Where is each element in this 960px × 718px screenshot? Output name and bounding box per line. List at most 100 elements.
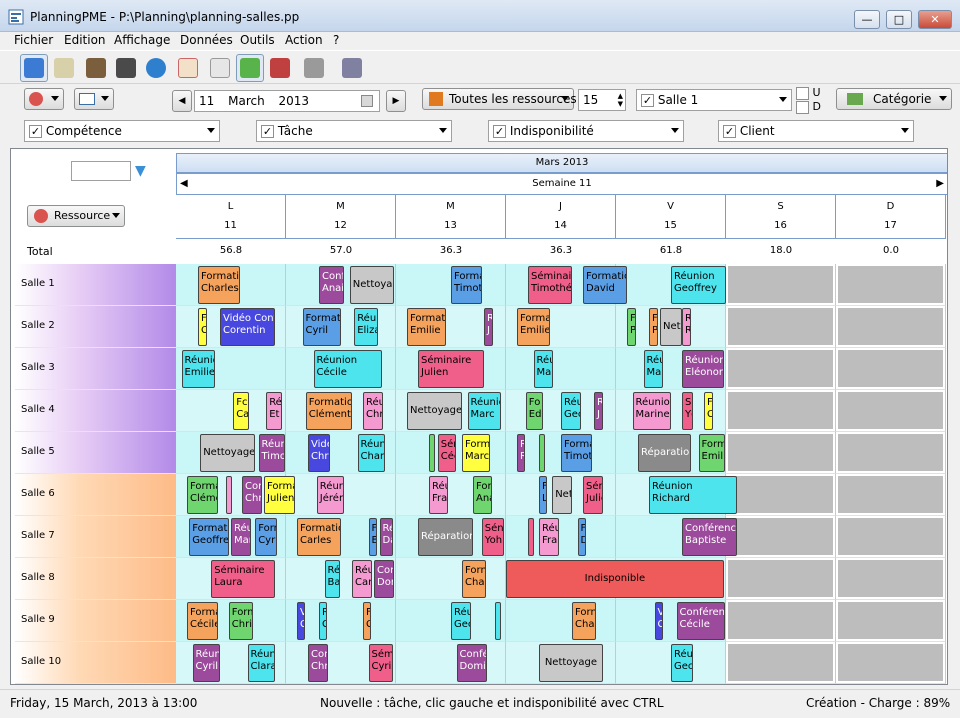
task-block[interactable]: FormaticGeoffrey (189, 518, 229, 556)
people-icon[interactable] (82, 54, 110, 82)
task-block[interactable]: RéunionMarine (632, 392, 671, 430)
room-label-6[interactable]: Salle 6 (15, 474, 176, 516)
slot-cell[interactable] (506, 516, 616, 558)
task-block[interactable]: SémiCyril (368, 644, 393, 682)
task-block[interactable]: FC (704, 392, 713, 430)
slot-cell[interactable] (836, 390, 946, 432)
day-header-12[interactable]: M 12 (286, 195, 396, 239)
resource-type-dropdown[interactable] (24, 88, 64, 110)
slot-cell[interactable] (836, 558, 946, 600)
task-block[interactable]: FornChar (572, 602, 597, 640)
unavailability-checkbox[interactable]: ✓ (493, 125, 506, 138)
task-block[interactable]: ConChr (308, 644, 328, 682)
task-block[interactable]: FP (627, 308, 636, 346)
slot-cell[interactable] (726, 642, 836, 684)
slot-cell[interactable] (506, 348, 616, 390)
slot-cell[interactable] (726, 390, 836, 432)
task-block[interactable]: ConférencCécile (676, 602, 725, 640)
task-block[interactable] (528, 518, 534, 556)
task-block[interactable]: Nettoyage (407, 392, 462, 430)
date-picker[interactable]: 11 March 2013 (194, 90, 380, 112)
room-label-7[interactable]: Salle 7 (15, 516, 176, 558)
next-week-arrow[interactable]: ▶ (936, 174, 944, 194)
client-filter[interactable]: ✓ Client (718, 120, 914, 142)
task-block[interactable]: RéuCar (352, 560, 372, 598)
task-block[interactable]: FormaticCyril (302, 308, 341, 346)
day-header-14[interactable]: J 14 (506, 195, 616, 239)
task-block[interactable]: Format Emilie (407, 308, 446, 346)
task-block[interactable]: Net (552, 476, 572, 514)
task-block[interactable]: RéuMar (231, 518, 251, 556)
task-block[interactable]: RéunicMarc (467, 392, 501, 430)
menu-donnees[interactable]: Données (180, 33, 233, 47)
resources-filter-dropdown[interactable]: Toutes les ressources (422, 88, 577, 110)
slot-cell[interactable] (726, 306, 836, 348)
task-block[interactable]: RéuMar (533, 350, 554, 388)
client-checkbox[interactable]: ✓ (723, 125, 736, 138)
task-block[interactable]: Ré Et (266, 392, 282, 430)
task-block[interactable]: RéuChr (363, 392, 383, 430)
menu-affichage[interactable]: Affichage (114, 33, 170, 47)
task-block[interactable] (429, 434, 435, 472)
chart-icon[interactable] (266, 54, 294, 82)
task-block[interactable]: RJ (484, 308, 493, 346)
task-block[interactable]: Réparation (638, 434, 691, 472)
slot-cell[interactable] (836, 306, 946, 348)
slot-cell[interactable] (726, 600, 836, 642)
room-filter-combo[interactable]: ✓ Salle 1 (636, 89, 792, 111)
task-block[interactable]: RéunicEmilie (181, 350, 215, 388)
slot-cell[interactable] (836, 516, 946, 558)
slot-cell[interactable] (726, 558, 836, 600)
maximize-button[interactable]: □ (886, 10, 912, 29)
slot-cell[interactable] (396, 642, 506, 684)
day-header-15[interactable]: V 15 (616, 195, 726, 239)
menu-edition[interactable]: Edition (64, 33, 106, 47)
task-block[interactable]: Fo Ed (525, 392, 544, 430)
u-checkbox[interactable]: U (796, 86, 821, 100)
task-block[interactable]: Cor Dor (374, 560, 394, 598)
task-block[interactable]: Net (660, 308, 682, 346)
task-block[interactable]: FormaTimotl (451, 266, 482, 304)
competence-filter[interactable]: ✓ Compétence (24, 120, 220, 142)
resources-view-icon[interactable] (20, 54, 48, 82)
view-mode-dropdown[interactable] (74, 88, 114, 110)
task-block[interactable]: Nettoyag (349, 266, 394, 304)
menu-action[interactable]: Action (285, 33, 323, 47)
task-block[interactable]: VC (654, 602, 664, 640)
task-block[interactable]: Réu Eliza (354, 308, 379, 346)
task-block[interactable]: FormeMarc (462, 434, 490, 472)
export-icon[interactable] (300, 54, 328, 82)
task-block[interactable]: RéunionEléonore (682, 350, 724, 388)
task-block[interactable]: FC (198, 308, 207, 346)
task-block[interactable]: RJ (594, 392, 603, 430)
task-block[interactable]: FC (363, 602, 371, 640)
slot-cell[interactable] (506, 600, 616, 642)
task-block[interactable]: Ré Ba (324, 560, 340, 598)
task-block[interactable]: Réunion Cécile (313, 350, 382, 388)
task-block[interactable]: Nettoyage (200, 434, 256, 472)
task-block[interactable]: Formatic David (583, 266, 627, 304)
task-block[interactable]: Indisponible (506, 560, 724, 598)
slot-cell[interactable] (836, 642, 946, 684)
category-dropdown[interactable]: Catégorie (836, 88, 952, 110)
calendar-dropdown-icon[interactable] (361, 95, 373, 107)
task-block[interactable]: RéuniClara (247, 644, 275, 682)
menu-fichier[interactable]: Fichier (14, 33, 53, 47)
report-icon[interactable] (338, 54, 366, 82)
slot-cell[interactable] (836, 348, 946, 390)
grid-icon[interactable] (206, 54, 234, 82)
competence-checkbox[interactable]: ✓ (29, 125, 42, 138)
task-block[interactable]: FormaJulien (264, 476, 295, 514)
task-block[interactable]: ConChr (242, 476, 262, 514)
slot-cell[interactable] (726, 264, 836, 306)
task-block[interactable]: RéuGec (561, 392, 581, 430)
menu-outils[interactable]: Outils (240, 33, 275, 47)
task-block[interactable] (225, 476, 232, 514)
task-block[interactable]: FornChar (462, 560, 487, 598)
filter-icon[interactable]: ▼ (135, 163, 146, 179)
slot-cell[interactable] (726, 474, 836, 516)
task-block[interactable]: FornCyri (255, 518, 278, 556)
task-block[interactable]: Réunion Richard (649, 476, 737, 514)
book-icon[interactable] (112, 54, 140, 82)
task-block[interactable]: FormaticCharles (198, 266, 240, 304)
